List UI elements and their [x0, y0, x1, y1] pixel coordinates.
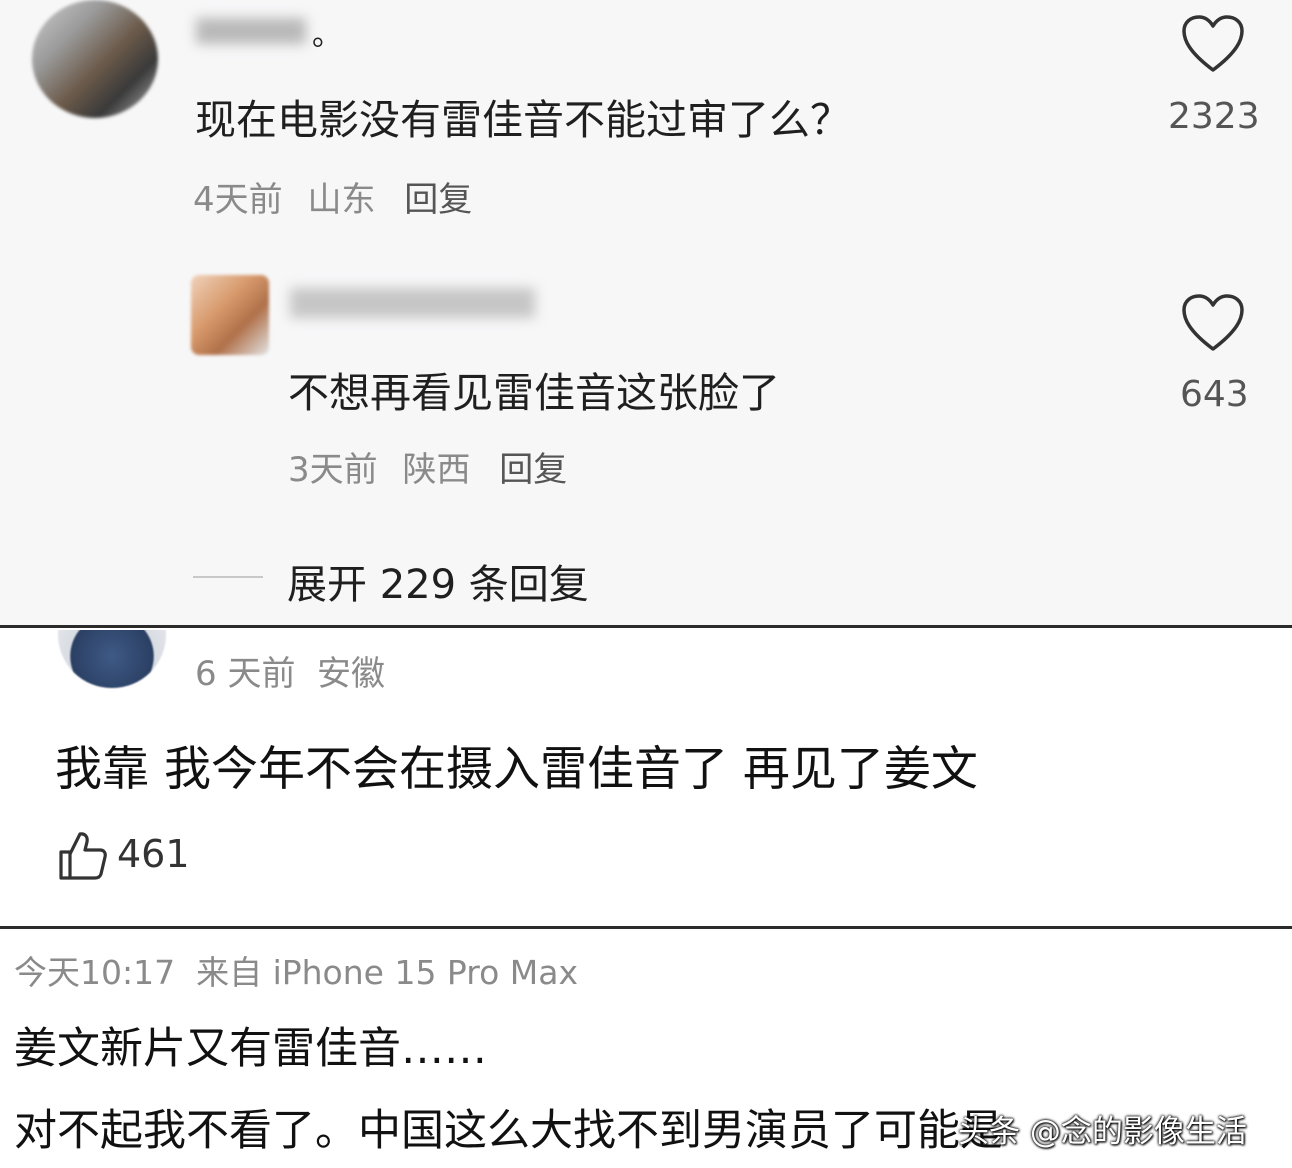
comment-text-line-2: 对不起我不看了。中国这么大找不到男演员了可能是 — [14, 1106, 1003, 1156]
comment-text: 我靠 我今年不会在摄入雷佳音了 再见了姜文 — [55, 742, 978, 797]
reply-like-count: 643 — [1180, 374, 1249, 415]
thumbs-up-icon[interactable] — [58, 830, 108, 882]
divider — [0, 926, 1292, 929]
comment-meta: 4天前 山东 回复 — [193, 172, 472, 221]
like-count: 461 — [117, 832, 190, 876]
reply-meta: 3天前 陕西 回复 — [288, 442, 567, 491]
like-count: 2323 — [1168, 96, 1260, 137]
username-suffix: 。 — [312, 18, 342, 53]
avatar[interactable] — [32, 0, 158, 118]
reply-location: 陕西 — [402, 450, 471, 490]
reply-link[interactable]: 回复 — [499, 450, 567, 490]
comment-meta: 6 天前 安徽 — [195, 654, 386, 694]
comment-panel: 今天10:17 来自 iPhone 15 Pro Max 姜文新片又有雷佳音……… — [0, 930, 1292, 1168]
heart-icon[interactable] — [1181, 293, 1245, 353]
heart-icon[interactable] — [1181, 14, 1245, 74]
expand-replies-button[interactable]: 展开 229 条回复 — [287, 552, 589, 610]
reply-time: 3天前 — [288, 450, 378, 490]
watermark: 头条 @念的影像生活 — [958, 1114, 1247, 1150]
comment-panel: 6 天前 安徽 我靠 我今年不会在摄入雷佳音了 再见了姜文 461 — [0, 630, 1292, 926]
username-blurred[interactable] — [196, 18, 306, 44]
comment-meta: 今天10:17 来自 iPhone 15 Pro Max — [14, 953, 578, 992]
comment-time: 4天前 — [193, 180, 283, 220]
comment-text: 现在电影没有雷佳音不能过审了么？ — [195, 96, 851, 144]
reply-link[interactable]: 回复 — [404, 180, 472, 220]
reply-username-blurred[interactable] — [290, 288, 535, 318]
divider — [0, 625, 1292, 628]
reply-text: 不想再看见雷佳音这张脸了 — [288, 369, 780, 417]
expand-line — [193, 576, 263, 578]
comment-location: 山东 — [307, 180, 376, 220]
reply-avatar[interactable] — [191, 275, 269, 355]
avatar[interactable] — [58, 630, 166, 688]
comment-text-line-1: 姜文新片又有雷佳音…… — [14, 1024, 487, 1074]
comment-thread-panel: 。 现在电影没有雷佳音不能过审了么？ 4天前 山东 回复 2323 不想再看见雷… — [0, 0, 1292, 625]
